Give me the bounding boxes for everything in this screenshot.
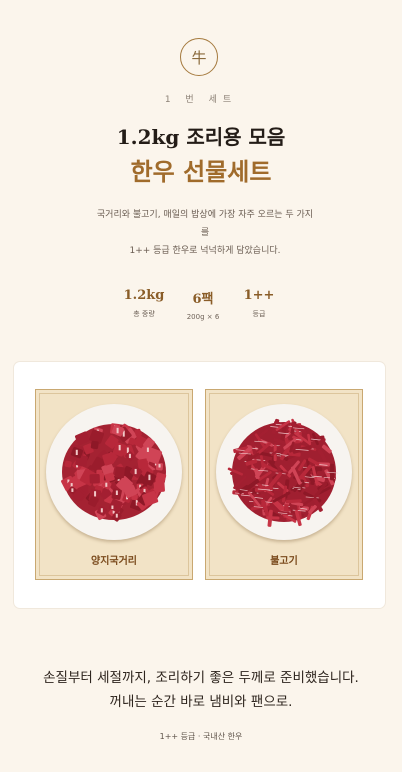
description: 국거리와 불고기, 매일의 밥상에 가장 자주 오르는 두 가지 를 1++ 등… bbox=[70, 206, 340, 260]
footer-note: 1++ 등급 · 국내산 한우 bbox=[159, 732, 243, 741]
hero-section: 牛 1 번 세트 1.2kg 조리용 모음 한우 선물세트 국거리와 불고기, … bbox=[0, 0, 402, 340]
description-line: 를 bbox=[200, 228, 210, 238]
cubed-beef-plate-image bbox=[46, 404, 182, 540]
product-name: 불고기 bbox=[270, 556, 298, 567]
page-title: 1.2kg 조리용 모음 bbox=[116, 125, 286, 149]
page-subtitle: 한우 선물세트 bbox=[130, 158, 272, 186]
ox-emblem-icon: 牛 bbox=[180, 38, 218, 76]
description-line: 1++ 등급 한우로 넉넉하게 담았습니다. bbox=[129, 246, 281, 256]
stats-row: 1.2kg 총 중량 6팩 200g × 6 1++ 등급 bbox=[0, 288, 402, 328]
stat-label: 등급 bbox=[252, 310, 266, 318]
set-number: 1 번 세트 bbox=[164, 95, 238, 105]
description-line: 국거리와 불고기, 매일의 밥상에 가장 자주 오르는 두 가지 bbox=[96, 210, 314, 220]
product-name: 양지국거리 bbox=[91, 556, 137, 567]
closing-line: 꺼내는 순간 바로 냄비와 팬으로. bbox=[109, 694, 293, 710]
product-tile-yangji[interactable]: 양지국거리 bbox=[35, 389, 193, 580]
sliced-beef-plate-image bbox=[216, 404, 352, 540]
stat-grade: 1++ 등급 bbox=[219, 288, 299, 319]
closing-line: 손질부터 세절까지, 조리하기 좋은 두께로 준비했습니다. bbox=[43, 670, 359, 686]
product-tile-bulgogi[interactable]: 불고기 bbox=[205, 389, 363, 580]
emblem-character: 牛 bbox=[191, 48, 207, 67]
stat-value: 1++ bbox=[243, 288, 275, 303]
product-card: 양지국거리 불고기 bbox=[14, 362, 385, 608]
closing-message: 손질부터 세절까지, 조리하기 좋은 두께로 준비했습니다. 꺼내는 순간 바로… bbox=[0, 666, 402, 714]
